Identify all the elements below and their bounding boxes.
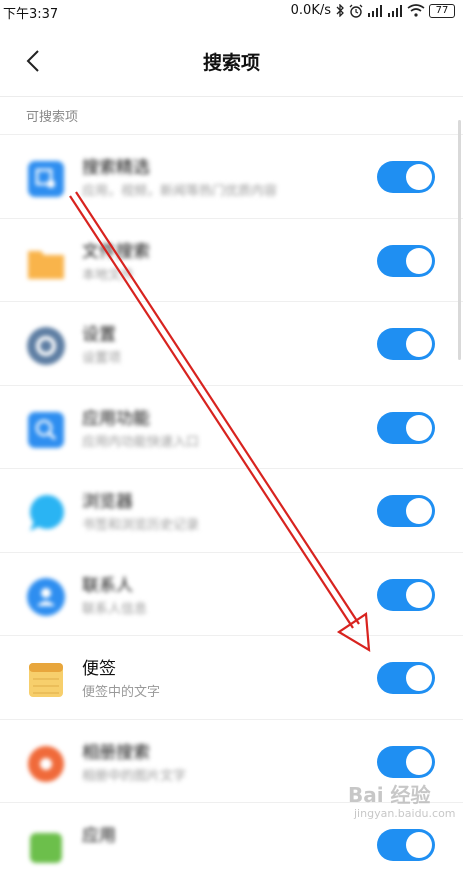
watermark-logo: Bai 经验 jingyan.baidu.com bbox=[340, 775, 460, 830]
watermark-sub: jingyan.baidu.com bbox=[354, 807, 456, 820]
watermark-main: Bai 经验 bbox=[348, 783, 431, 807]
annotation-arrow bbox=[69, 191, 371, 653]
